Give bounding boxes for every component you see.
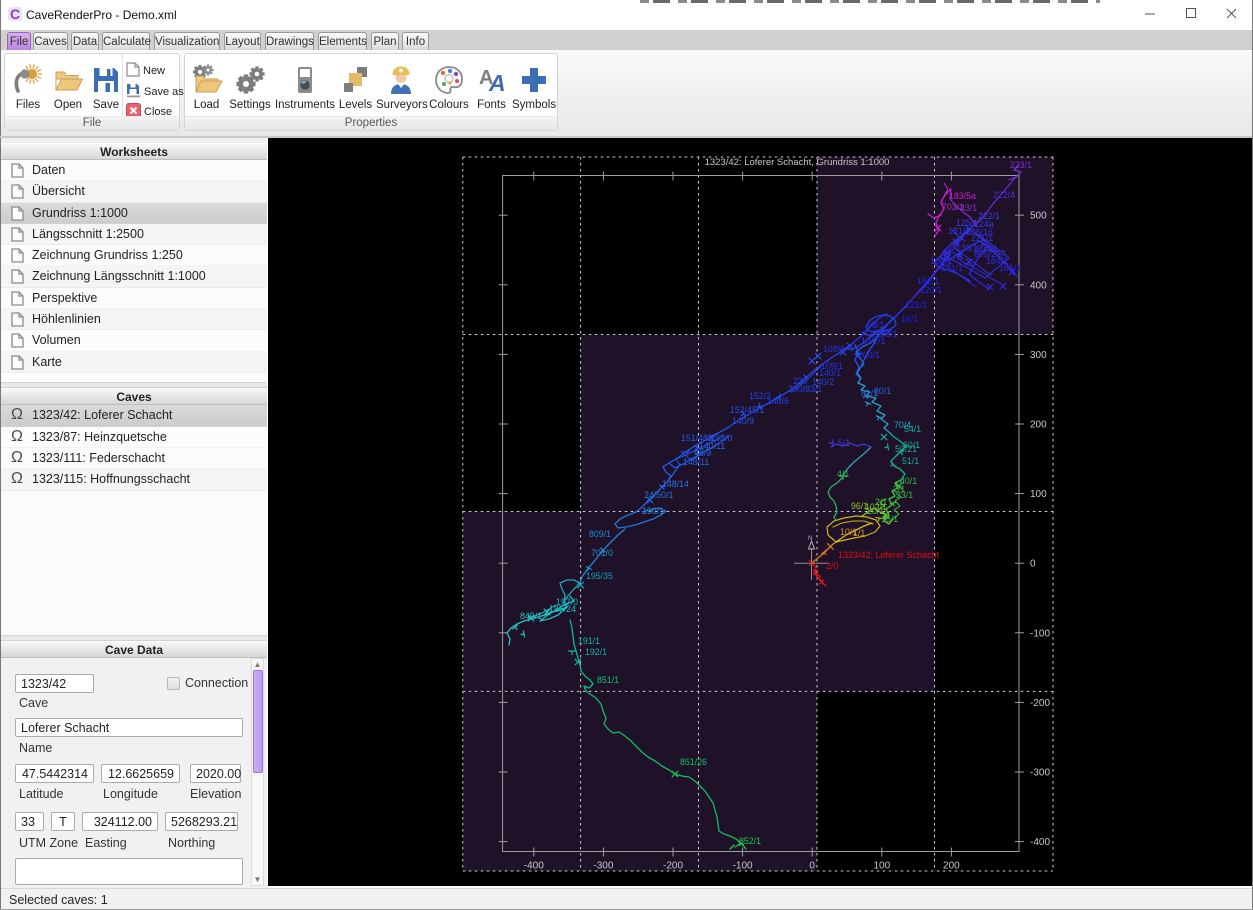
svg-text:195/35: 195/35 [586, 571, 613, 581]
svg-text:2/0: 2/0 [826, 561, 838, 571]
svg-text:185/24: 185/24 [549, 604, 576, 614]
svg-text:16/1: 16/1 [901, 314, 918, 324]
svg-text:186/1: 186/1 [999, 263, 1021, 273]
svg-text:-200: -200 [1030, 698, 1050, 709]
svg-text:852/1: 852/1 [739, 836, 761, 846]
svg-text:43/1: 43/1 [960, 203, 977, 213]
svg-text:140/6: 140/6 [767, 396, 789, 406]
svg-text:15/1: 15/1 [881, 514, 898, 524]
svg-text:-100: -100 [1030, 628, 1050, 639]
svg-text:24/50/1: 24/50/1 [644, 490, 673, 500]
svg-text:200/83/1: 200/83/1 [788, 384, 822, 394]
svg-text:171/1: 171/1 [941, 263, 963, 273]
svg-text:120/1: 120/1 [920, 285, 942, 295]
svg-text:148/14: 148/14 [662, 479, 689, 489]
svg-text:192/1: 192/1 [585, 647, 607, 657]
svg-text:50/21: 50/21 [895, 444, 917, 454]
svg-text:1323/42: Loferer Schacht, Grun: 1323/42: Loferer Schacht, Grundriss 1:10… [705, 157, 890, 168]
svg-text:223/1: 223/1 [1010, 160, 1032, 170]
svg-text:N: N [808, 536, 812, 542]
svg-text:191/1: 191/1 [578, 636, 600, 646]
svg-text:100: 100 [873, 861, 890, 872]
svg-text:809/1: 809/1 [589, 529, 611, 539]
svg-text:108/1: 108/1 [823, 344, 845, 354]
svg-text:701/0: 701/0 [591, 548, 613, 558]
svg-text:5/1: 5/1 [838, 438, 850, 448]
svg-text:300: 300 [1030, 350, 1047, 361]
svg-text:80/1: 80/1 [874, 386, 891, 396]
svg-text:200: 200 [1030, 420, 1047, 431]
svg-text:4/1: 4/1 [837, 469, 849, 479]
svg-text:148/11: 148/11 [683, 457, 709, 467]
svg-text:-200: -200 [663, 861, 683, 872]
svg-text:851/1: 851/1 [597, 675, 619, 685]
svg-text:-300: -300 [593, 861, 613, 872]
svg-text:-300: -300 [1030, 768, 1050, 779]
svg-text:400: 400 [1030, 280, 1047, 291]
svg-text:1/1: 1/1 [853, 528, 865, 538]
svg-text:0: 0 [809, 861, 815, 872]
svg-text:183/5a: 183/5a [949, 191, 976, 201]
svg-text:23/1: 23/1 [896, 490, 913, 500]
svg-text:849/1: 849/1 [520, 611, 542, 621]
svg-text:500: 500 [1030, 211, 1047, 222]
svg-text:0: 0 [1030, 559, 1036, 570]
svg-text:140/9: 140/9 [732, 416, 754, 426]
svg-text:1323/42: Loferer Schacht: 1323/42: Loferer Schacht [838, 550, 940, 560]
svg-text:-400: -400 [524, 861, 544, 872]
svg-text:54/1: 54/1 [904, 424, 921, 434]
svg-text:200/1: 200/1 [858, 350, 880, 360]
svg-text:851/26: 851/26 [680, 757, 707, 767]
svg-text:152/45/1: 152/45/1 [730, 405, 764, 415]
svg-text:221/1: 221/1 [971, 233, 993, 243]
svg-text:100: 100 [1030, 489, 1047, 500]
svg-text:10/7/1: 10/7/1 [861, 336, 886, 346]
svg-text:222/4: 222/4 [993, 190, 1015, 200]
svg-text:-400: -400 [1030, 837, 1050, 848]
svg-text:200: 200 [943, 861, 960, 872]
svg-text:-100: -100 [733, 861, 753, 872]
svg-text:121/1: 121/1 [905, 300, 927, 310]
svg-text:190/1: 190/1 [642, 506, 664, 516]
svg-text:51/1: 51/1 [902, 456, 919, 466]
svg-text:A: A [488, 70, 506, 96]
